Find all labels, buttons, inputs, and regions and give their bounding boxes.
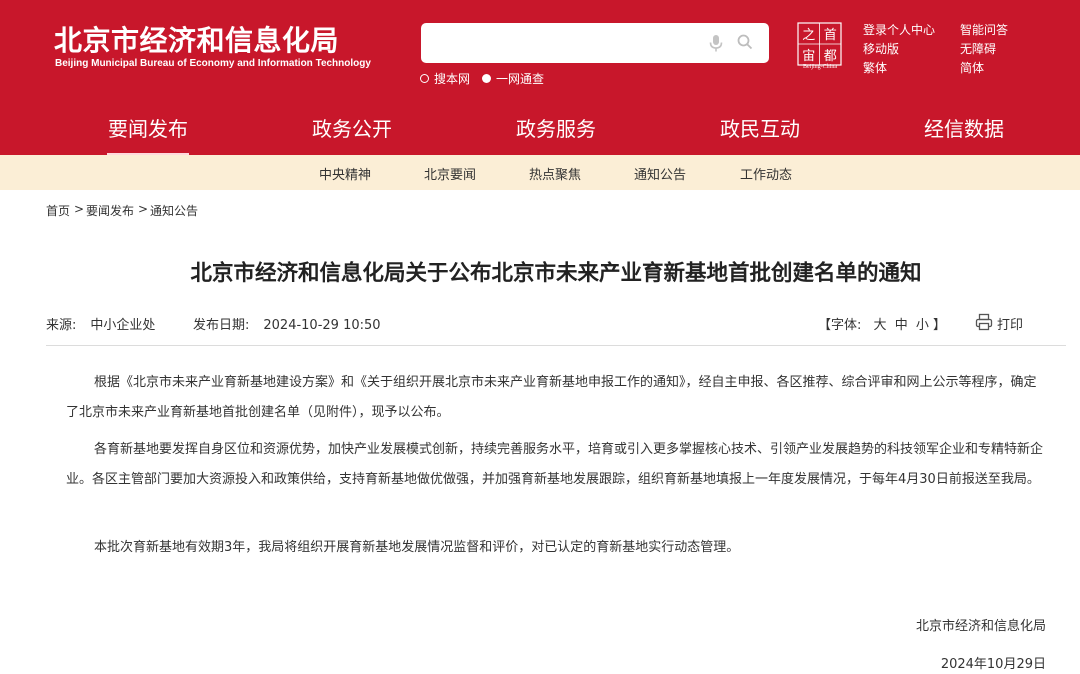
printer-icon[interactable] [975, 313, 993, 331]
search-scope-all-label: 一网通查 [496, 72, 545, 86]
article-publish-date: 发布日期: 2024-10-29 10:50 [193, 314, 381, 333]
breadcrumb-notices[interactable]: 通知公告 [150, 202, 198, 219]
svg-text:之: 之 [802, 28, 815, 43]
date-label: 发布日期: [193, 318, 250, 333]
article-source: 来源: 中小企业处 [46, 314, 155, 333]
site-name-en: Beijing Municipal Bureau of Economy and … [55, 58, 371, 69]
radio-unselected-icon [420, 74, 429, 83]
print-button[interactable]: 打印 [997, 314, 1023, 333]
font-size-label: 【字体: [818, 318, 862, 333]
article-sign-date: 2024年10月29日 [940, 657, 1046, 672]
main-nav-item-data[interactable]: 经信数据 [924, 113, 1004, 142]
main-nav-item-news[interactable]: 要闻发布 [108, 113, 188, 142]
sub-nav-item-notices[interactable]: 通知公告 [634, 164, 686, 183]
font-size-end: 】 [933, 318, 947, 333]
font-size-small-button[interactable]: 小 [916, 318, 929, 333]
font-size-control: 【字体: 大 中 小 】 [818, 314, 946, 333]
svg-text:都: 都 [824, 49, 837, 64]
article-paragraph: 各育新基地要发挥自身区位和资源优势，加快产业发展模式创新，持续完善服务水平，培育… [66, 442, 1044, 487]
source-value: 中小企业处 [90, 318, 156, 333]
microphone-icon[interactable] [706, 33, 726, 53]
sub-nav-item-hot-topics[interactable]: 热点聚焦 [529, 164, 581, 183]
meta-divider [46, 345, 1066, 346]
seal-caption: Beijing-China [803, 64, 837, 70]
breadcrumb-separator: > [74, 202, 85, 216]
radio-selected-icon [482, 74, 491, 83]
search-scope-site-label: 搜本网 [434, 72, 471, 86]
traditional-chinese-link[interactable]: 繁体 [863, 59, 887, 76]
sub-nav-item-work-updates[interactable]: 工作动态 [740, 164, 792, 183]
article-paragraph: 本批次育新基地有效期3年，我局将组织开展育新基地发展情况监督和评价，对已认定的育… [94, 540, 740, 555]
article-title: 北京市经济和信息化局关于公布北京市未来产业育新基地首批创建名单的通知 [190, 261, 922, 286]
main-nav-item-gov-affairs-open[interactable]: 政务公开 [312, 113, 392, 142]
font-size-medium-button[interactable]: 中 [895, 318, 908, 333]
breadcrumb-home[interactable]: 首页 [46, 202, 70, 219]
mobile-version-link[interactable]: 移动版 [863, 40, 899, 57]
svg-text:宙: 宙 [802, 49, 815, 64]
search-input[interactable] [429, 29, 691, 57]
smart-qa-link[interactable]: 智能问答 [960, 21, 1008, 38]
article-signature: 北京市经济和信息化局 [915, 619, 1046, 634]
search-scope-site[interactable]: 搜本网 [420, 70, 470, 87]
source-label: 来源: [46, 318, 77, 333]
date-value: 2024-10-29 10:50 [263, 318, 381, 333]
accessibility-link[interactable]: 无障碍 [960, 40, 996, 57]
main-nav-item-interaction[interactable]: 政民互动 [720, 113, 800, 142]
search-scope-all[interactable]: 一网通查 [482, 70, 544, 87]
login-link[interactable]: 登录个人中心 [863, 21, 935, 38]
site-name-cn[interactable]: 北京市经济和信息化局 [54, 19, 339, 59]
sub-nav-item-central-spirit[interactable]: 中央精神 [319, 164, 371, 183]
simplified-chinese-link[interactable]: 简体 [960, 59, 984, 76]
sub-nav-item-beijing-news[interactable]: 北京要闻 [424, 164, 476, 183]
breadcrumb-news[interactable]: 要闻发布 [86, 202, 134, 219]
article-paragraph: 根据《北京市未来产业育新基地建设方案》和《关于组织开展北京市未来产业育新基地申报… [66, 375, 1037, 420]
main-nav-item-gov-services[interactable]: 政务服务 [516, 113, 596, 142]
font-size-large-button[interactable]: 大 [874, 318, 887, 333]
search-icon[interactable] [737, 34, 753, 50]
svg-text:首: 首 [824, 28, 837, 43]
breadcrumb-separator: > [138, 202, 149, 216]
